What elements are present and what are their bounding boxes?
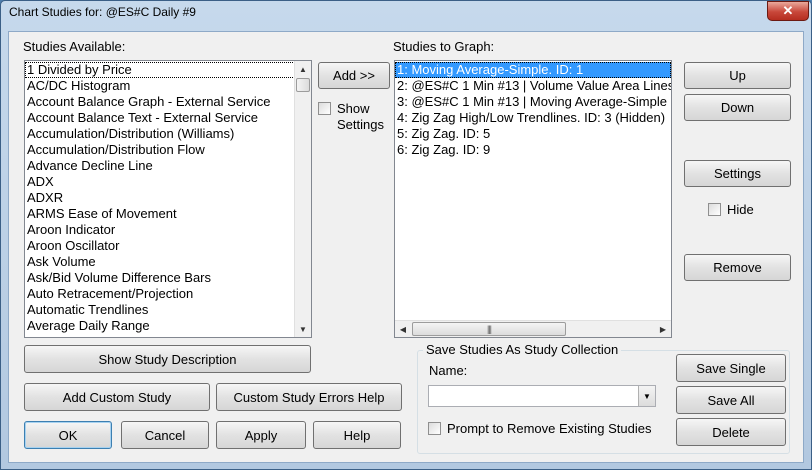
- list-item[interactable]: 4: Zig Zag High/Low Trendlines. ID: 3 (H…: [395, 110, 671, 126]
- custom-study-errors-help-label: Custom Study Errors Help: [233, 389, 385, 405]
- show-study-description-button[interactable]: Show Study Description: [24, 345, 311, 373]
- collection-name-label: Name:: [429, 363, 468, 378]
- list-item[interactable]: 1 Divided by Price: [25, 62, 295, 78]
- list-item[interactable]: Accumulation/Distribution Flow: [25, 142, 295, 158]
- prompt-remove-checkbox[interactable]: Prompt to Remove Existing Studies: [428, 421, 651, 436]
- save-all-label: Save All: [707, 392, 755, 408]
- window-title: Chart Studies for: @ES#C Daily #9: [9, 5, 196, 19]
- list-item[interactable]: Automatic Trendlines: [25, 302, 295, 318]
- delete-button[interactable]: Delete: [676, 418, 786, 446]
- studies-available-scrollbar[interactable]: ▲ ▼: [294, 61, 311, 337]
- list-item[interactable]: Auto Retracement/Projection: [25, 286, 295, 302]
- list-item[interactable]: 1: Moving Average-Simple. ID: 1: [395, 62, 671, 78]
- show-study-description-label: Show Study Description: [98, 351, 237, 367]
- list-item[interactable]: Average Daily Range: [25, 318, 295, 334]
- save-single-button[interactable]: Save Single: [676, 354, 786, 382]
- list-item[interactable]: Ask Volume: [25, 254, 295, 270]
- list-item[interactable]: 6: Zig Zag. ID: 9: [395, 142, 671, 158]
- dialog-client: Studies Available: 1 Divided by Price AC/…: [8, 31, 804, 463]
- remove-button-label: Remove: [713, 260, 762, 275]
- apply-button-label: Apply: [244, 427, 278, 443]
- studies-available-label: Studies Available:: [23, 39, 126, 54]
- studies-to-graph-label: Studies to Graph:: [393, 39, 495, 54]
- help-button[interactable]: Help: [313, 421, 401, 449]
- show-settings-label: Show Settings: [337, 101, 384, 132]
- down-button[interactable]: Down: [684, 94, 791, 121]
- scrollbar-thumb-horizontal[interactable]: |||: [412, 322, 566, 336]
- remove-button[interactable]: Remove: [684, 254, 791, 281]
- delete-label: Delete: [712, 424, 750, 440]
- list-item[interactable]: Accumulation/Distribution (Williams): [25, 126, 295, 142]
- apply-button[interactable]: Apply: [216, 421, 306, 449]
- add-button[interactable]: Add >>: [318, 62, 390, 89]
- list-item[interactable]: Account Balance Text - External Service: [25, 110, 295, 126]
- cancel-button[interactable]: Cancel: [121, 421, 209, 449]
- settings-button-label: Settings: [714, 166, 761, 181]
- list-item[interactable]: Aroon Oscillator: [25, 238, 295, 254]
- up-button[interactable]: Up: [684, 62, 791, 89]
- help-button-label: Help: [343, 427, 371, 443]
- collection-name-combo[interactable]: ▼: [428, 385, 656, 407]
- add-custom-study-button[interactable]: Add Custom Study: [24, 383, 210, 411]
- close-icon: ✕: [782, 3, 794, 18]
- list-item[interactable]: 2: @ES#C 1 Min #13 | Volume Value Area L…: [395, 78, 671, 94]
- list-item[interactable]: ADXR: [25, 190, 295, 206]
- prompt-remove-label: Prompt to Remove Existing Studies: [447, 421, 652, 436]
- studies-available-list[interactable]: 1 Divided by Price AC/DC Histogram Account…: [24, 60, 312, 338]
- chevron-left-icon[interactable]: ◀: [395, 321, 411, 337]
- hide-checkbox[interactable]: Hide: [708, 202, 754, 217]
- ok-button[interactable]: OK: [24, 421, 112, 449]
- list-item[interactable]: Account Balance Graph - External Service: [25, 94, 295, 110]
- down-button-label: Down: [720, 100, 755, 115]
- chevron-right-icon[interactable]: ▶: [655, 321, 671, 337]
- study-collection-title: Save Studies As Study Collection: [423, 342, 622, 357]
- show-settings-box[interactable]: [318, 102, 331, 115]
- grip-icon: |||: [486, 324, 492, 334]
- chevron-down-icon[interactable]: ▼: [638, 386, 655, 406]
- list-item[interactable]: Advance Decline Line: [25, 158, 295, 174]
- list-item[interactable]: Average True Range: [25, 334, 295, 337]
- list-item[interactable]: AC/DC Histogram: [25, 78, 295, 94]
- chevron-up-icon[interactable]: ▲: [295, 61, 311, 77]
- chevron-down-icon[interactable]: ▼: [295, 321, 311, 337]
- ok-button-label: OK: [58, 427, 78, 443]
- save-all-button[interactable]: Save All: [676, 386, 786, 414]
- custom-study-errors-help-button[interactable]: Custom Study Errors Help: [216, 383, 402, 411]
- close-button[interactable]: ✕: [767, 1, 809, 21]
- add-custom-study-label: Add Custom Study: [62, 389, 172, 405]
- studies-to-graph-hscrollbar[interactable]: ◀ ||| ▶: [395, 320, 671, 337]
- show-settings-checkbox[interactable]: Show Settings: [318, 101, 398, 133]
- add-button-label: Add >>: [333, 68, 375, 83]
- list-item[interactable]: 3: @ES#C 1 Min #13 | Moving Average-Simp…: [395, 94, 671, 110]
- list-item[interactable]: 5: Zig Zag. ID: 5: [395, 126, 671, 142]
- list-item[interactable]: ARMS Ease of Movement: [25, 206, 295, 222]
- settings-button[interactable]: Settings: [684, 160, 791, 187]
- list-item[interactable]: Aroon Indicator: [25, 222, 295, 238]
- list-item[interactable]: Ask/Bid Volume Difference Bars: [25, 270, 295, 286]
- up-button-label: Up: [729, 68, 746, 83]
- hide-label: Hide: [727, 202, 754, 217]
- hide-box[interactable]: [708, 203, 721, 216]
- scrollbar-thumb[interactable]: [296, 78, 310, 92]
- prompt-remove-box[interactable]: [428, 422, 441, 435]
- studies-to-graph-list[interactable]: 1: Moving Average-Simple. ID: 1 2: @ES#C …: [394, 60, 672, 338]
- save-single-label: Save Single: [696, 360, 766, 376]
- dialog-window: Chart Studies for: @ES#C Daily #9 ✕ Stud…: [0, 0, 812, 470]
- cancel-button-label: Cancel: [144, 427, 186, 443]
- list-item[interactable]: ADX: [25, 174, 295, 190]
- title-bar[interactable]: Chart Studies for: @ES#C Daily #9 ✕: [1, 1, 811, 25]
